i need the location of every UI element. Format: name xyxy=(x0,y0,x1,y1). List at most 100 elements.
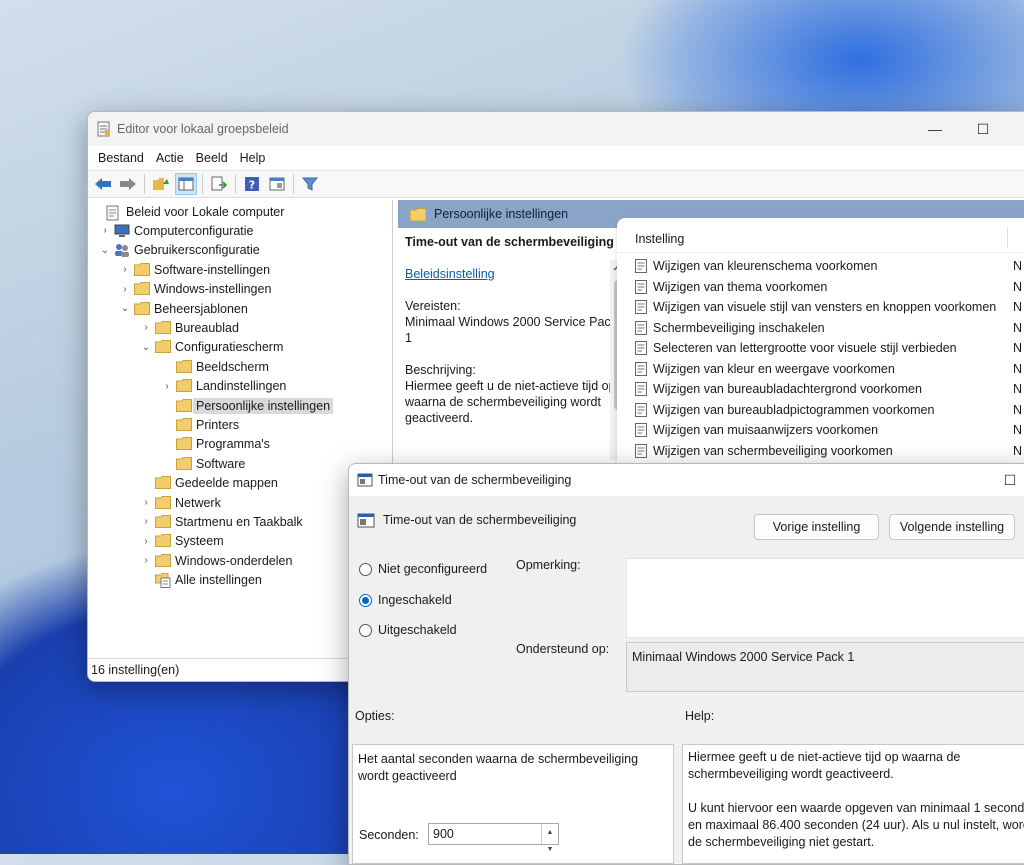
expand-icon[interactable]: › xyxy=(139,516,153,527)
radio-circle[interactable] xyxy=(359,593,372,607)
column-header-instelling[interactable]: Instelling xyxy=(617,226,1024,253)
tree-item[interactable]: Persoonlijke instellingen xyxy=(160,396,334,415)
requirements-label: Vereisten: xyxy=(405,299,461,313)
forward-icon[interactable] xyxy=(117,173,139,195)
list-item-name: Wijzigen van kleurenschema voorkomen xyxy=(653,259,878,273)
expand-icon[interactable]: › xyxy=(118,284,132,295)
minimize-button[interactable]: — xyxy=(912,112,958,146)
tree-item[interactable]: › Landinstellingen xyxy=(160,377,286,396)
tree-item[interactable]: › Netwerk xyxy=(139,493,221,512)
policy-page-icon xyxy=(635,361,647,376)
policy-page-icon xyxy=(635,259,647,273)
list-item[interactable]: Wijzigen van thema voorkomen N xyxy=(635,277,1022,297)
list-item-state: N xyxy=(1013,382,1023,396)
list-item[interactable]: Wijzigen van bureaubladachtergrond voork… xyxy=(635,379,1022,399)
spin-up-icon[interactable]: ▲ xyxy=(547,824,554,841)
tree-item[interactable]: › Startmenu en Taakbalk xyxy=(139,512,303,531)
radio-circle[interactable] xyxy=(359,562,372,576)
menu-beeld[interactable]: Beeld xyxy=(190,151,234,165)
title-bar[interactable]: Editor voor lokaal groepsbeleid — ☐ xyxy=(88,112,1024,146)
menu-actie[interactable]: Actie xyxy=(150,151,190,165)
list-item[interactable]: Wijzigen van bureaubladpictogrammen voor… xyxy=(635,400,1022,420)
expand-icon[interactable]: › xyxy=(98,225,112,236)
next-setting-button[interactable]: Volgende instelling xyxy=(889,514,1015,540)
spinner-arrows[interactable]: ▲ ▼ xyxy=(541,824,558,853)
menu-bar: Bestand Actie Beeld Help xyxy=(88,146,1024,170)
maximize-button[interactable]: ☐ xyxy=(960,112,1006,146)
panel-title: Persoonlijke instellingen xyxy=(434,207,569,221)
spin-down-icon[interactable]: ▼ xyxy=(547,841,554,858)
tree-item[interactable]: Alle instellingen xyxy=(139,571,262,590)
dialog-title-bar[interactable]: Time-out van de schermbeveiliging ☐ xyxy=(349,464,1024,496)
expand-icon[interactable]: › xyxy=(139,555,153,566)
list-item[interactable]: Wijzigen van muisaanwijzers voorkomen N xyxy=(635,420,1022,440)
folder-icon xyxy=(410,207,426,221)
export-list-icon[interactable] xyxy=(208,173,230,195)
policy-setting-link[interactable]: Beleidsinstelling xyxy=(405,266,620,282)
radio-not-configured[interactable]: Niet geconfigureerd xyxy=(359,562,487,576)
collapse-icon[interactable]: ⌄ xyxy=(139,342,153,353)
expand-icon[interactable]: › xyxy=(118,264,132,275)
tree-item-label: Printers xyxy=(196,417,240,432)
collapse-icon[interactable]: ⌄ xyxy=(98,245,112,256)
list-item[interactable]: Wijzigen van schermbeveiliging voorkomen… xyxy=(635,441,1022,461)
description-text: Hiermee geeft u de niet-actieve tijd op … xyxy=(405,379,616,425)
menu-bestand[interactable]: Bestand xyxy=(92,151,150,165)
tree-item-label: Beeldscherm xyxy=(196,359,269,374)
seconds-value[interactable]: 900 xyxy=(429,826,541,843)
tree-item[interactable]: › Software-instellingen xyxy=(118,260,270,279)
tree-item-label: Alle instellingen xyxy=(175,573,262,588)
help-icon[interactable]: ? xyxy=(241,173,263,195)
column-divider xyxy=(1007,228,1008,248)
folder-icon xyxy=(176,456,192,471)
folder-icon xyxy=(155,534,171,548)
radio-circle[interactable] xyxy=(359,623,372,637)
tree-item[interactable]: Beleid voor Lokale computer xyxy=(90,202,284,221)
list-item[interactable]: Wijzigen van kleurenschema voorkomen N xyxy=(635,256,1022,276)
list-item[interactable]: Wijzigen van visuele stijl van vensters … xyxy=(635,297,1022,317)
tree-item-label: Computerconfiguratie xyxy=(134,223,254,238)
tree-item[interactable]: › Windows-onderdelen xyxy=(139,551,292,570)
list-item-name: Wijzigen van bureaubladachtergrond voork… xyxy=(653,382,922,396)
list-item-name: Wijzigen van visuele stijl van vensters … xyxy=(653,300,997,314)
tree-item[interactable]: Software xyxy=(160,454,245,473)
list-item-state: N xyxy=(1013,279,1023,294)
tree-item[interactable]: › Windows-instellingen xyxy=(118,280,271,299)
tree-item[interactable]: Gedeelde mappen xyxy=(139,474,278,493)
tree-item[interactable]: ⌄ Configuratiescherm xyxy=(139,338,283,357)
expand-icon[interactable]: › xyxy=(139,322,153,333)
collapse-icon[interactable]: ⌄ xyxy=(118,303,132,314)
list-item[interactable]: Schermbeveiliging inschakelen N xyxy=(635,318,1022,338)
seconds-spinner[interactable]: 900 ▲ ▼ xyxy=(428,823,559,853)
policy-page-icon xyxy=(635,279,647,294)
list-item[interactable]: Selecteren van lettergrootte voor visuel… xyxy=(635,338,1022,358)
list-item[interactable]: Wijzigen van kleur en weergave voorkomen… xyxy=(635,359,1022,379)
radio-enabled[interactable]: Ingeschakeld xyxy=(359,593,452,607)
back-icon[interactable] xyxy=(92,173,114,195)
tree-item[interactable]: › Bureaublad xyxy=(139,318,239,337)
tree-item[interactable]: Beeldscherm xyxy=(160,357,269,376)
filter-icon[interactable] xyxy=(299,173,321,195)
tree-item-label: Persoonlijke instellingen xyxy=(193,397,334,414)
policy-page-icon xyxy=(635,443,647,458)
tree-item[interactable]: › Systeem xyxy=(139,532,224,551)
previous-setting-button[interactable]: Vorige instelling xyxy=(754,514,879,540)
menu-help[interactable]: Help xyxy=(234,151,272,165)
up-folder-icon[interactable] xyxy=(150,173,172,195)
expand-icon[interactable]: › xyxy=(139,497,153,508)
dialog-maximize-button[interactable]: ☐ xyxy=(987,464,1024,496)
tree-item[interactable]: › Computerconfiguratie xyxy=(98,221,254,240)
expand-icon[interactable]: › xyxy=(160,381,174,392)
policy-dialog: Time-out van de schermbeveiliging ☐ Time… xyxy=(348,463,1024,865)
tree-item[interactable]: ⌄ Beheersjablonen xyxy=(118,299,248,318)
folder-icon xyxy=(155,514,171,529)
tree-item[interactable]: ⌄ Gebruikersconfiguratie xyxy=(98,241,260,260)
show-tree-icon[interactable] xyxy=(175,173,197,195)
properties-icon[interactable] xyxy=(266,173,288,195)
tree-item[interactable]: Programma's xyxy=(160,435,270,454)
comment-textarea[interactable] xyxy=(626,558,1024,638)
tree-item[interactable]: Printers xyxy=(160,415,239,434)
policy-setting-icon xyxy=(357,513,375,528)
expand-icon[interactable]: › xyxy=(139,536,153,547)
radio-disabled[interactable]: Uitgeschakeld xyxy=(359,623,457,637)
